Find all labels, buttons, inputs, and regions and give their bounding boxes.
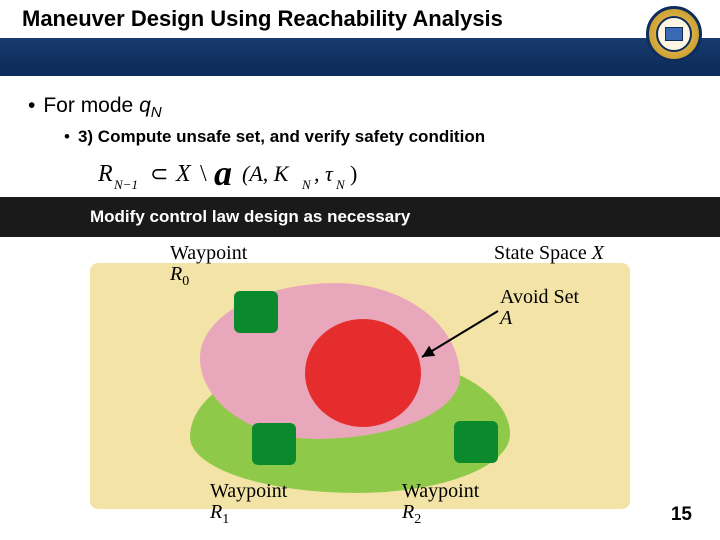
bullet1-prefix: For mode — [43, 94, 139, 117]
formula-a: a — [214, 155, 232, 193]
label-state-space: State Space X — [494, 243, 604, 264]
bullet1-sub: N — [151, 104, 162, 121]
slide-content: •For mode qN •3) Compute unsafe set, and… — [0, 76, 720, 517]
bullet-level-2: • 3) Compute unsafe set, and verify safet… — [64, 127, 692, 147]
avoid-set-circle — [305, 319, 421, 427]
formula-argsub: N — [301, 177, 312, 192]
formula-args2: , τ — [314, 161, 334, 186]
formula-R: R — [98, 161, 113, 187]
title-bar: Maneuver Design Using Reachability Analy… — [0, 0, 720, 76]
darkbar-text: Modify control law design as necessary — [90, 207, 410, 226]
page-number: 15 — [671, 504, 692, 526]
bullet-dot-icon: • — [64, 127, 70, 146]
formula-setminus: \ — [200, 161, 207, 187]
bullet2-text: 3) Compute unsafe set, and verify safety… — [78, 127, 485, 146]
diagram: Waypoint R0 State Space X Avoid SetA Way… — [70, 237, 650, 517]
bullet1-var: q — [139, 94, 151, 117]
waypoint-2 — [454, 421, 498, 463]
formula-args: (A, K — [242, 161, 290, 186]
label-avoid-set: Avoid SetA — [500, 287, 579, 329]
waypoint-0 — [234, 291, 278, 333]
formula-Rsub: N−1 — [113, 177, 138, 192]
formula-close: ) — [350, 161, 357, 186]
label-waypoint-2: Waypoint R2 — [402, 481, 479, 528]
formula-X: X — [175, 161, 192, 187]
emphasis-bar: Modify control law design as necessary — [0, 197, 720, 237]
university-seal-icon — [646, 6, 702, 62]
slide-title: Maneuver Design Using Reachability Analy… — [22, 6, 503, 32]
label-waypoint-1: Waypoint R1 — [210, 481, 287, 528]
formula-argsub2: N — [335, 177, 346, 192]
bullet-level-1: • For mode qN — [28, 94, 692, 121]
waypoint-1 — [252, 423, 296, 465]
label-waypoint-0: Waypoint R0 — [170, 243, 247, 290]
formula-subset: ⊂ — [150, 161, 168, 186]
formula: R N−1 ⊂ X \ a (A, K N , τ N ) — [98, 155, 692, 193]
bullet-dot-icon: • — [28, 94, 35, 117]
